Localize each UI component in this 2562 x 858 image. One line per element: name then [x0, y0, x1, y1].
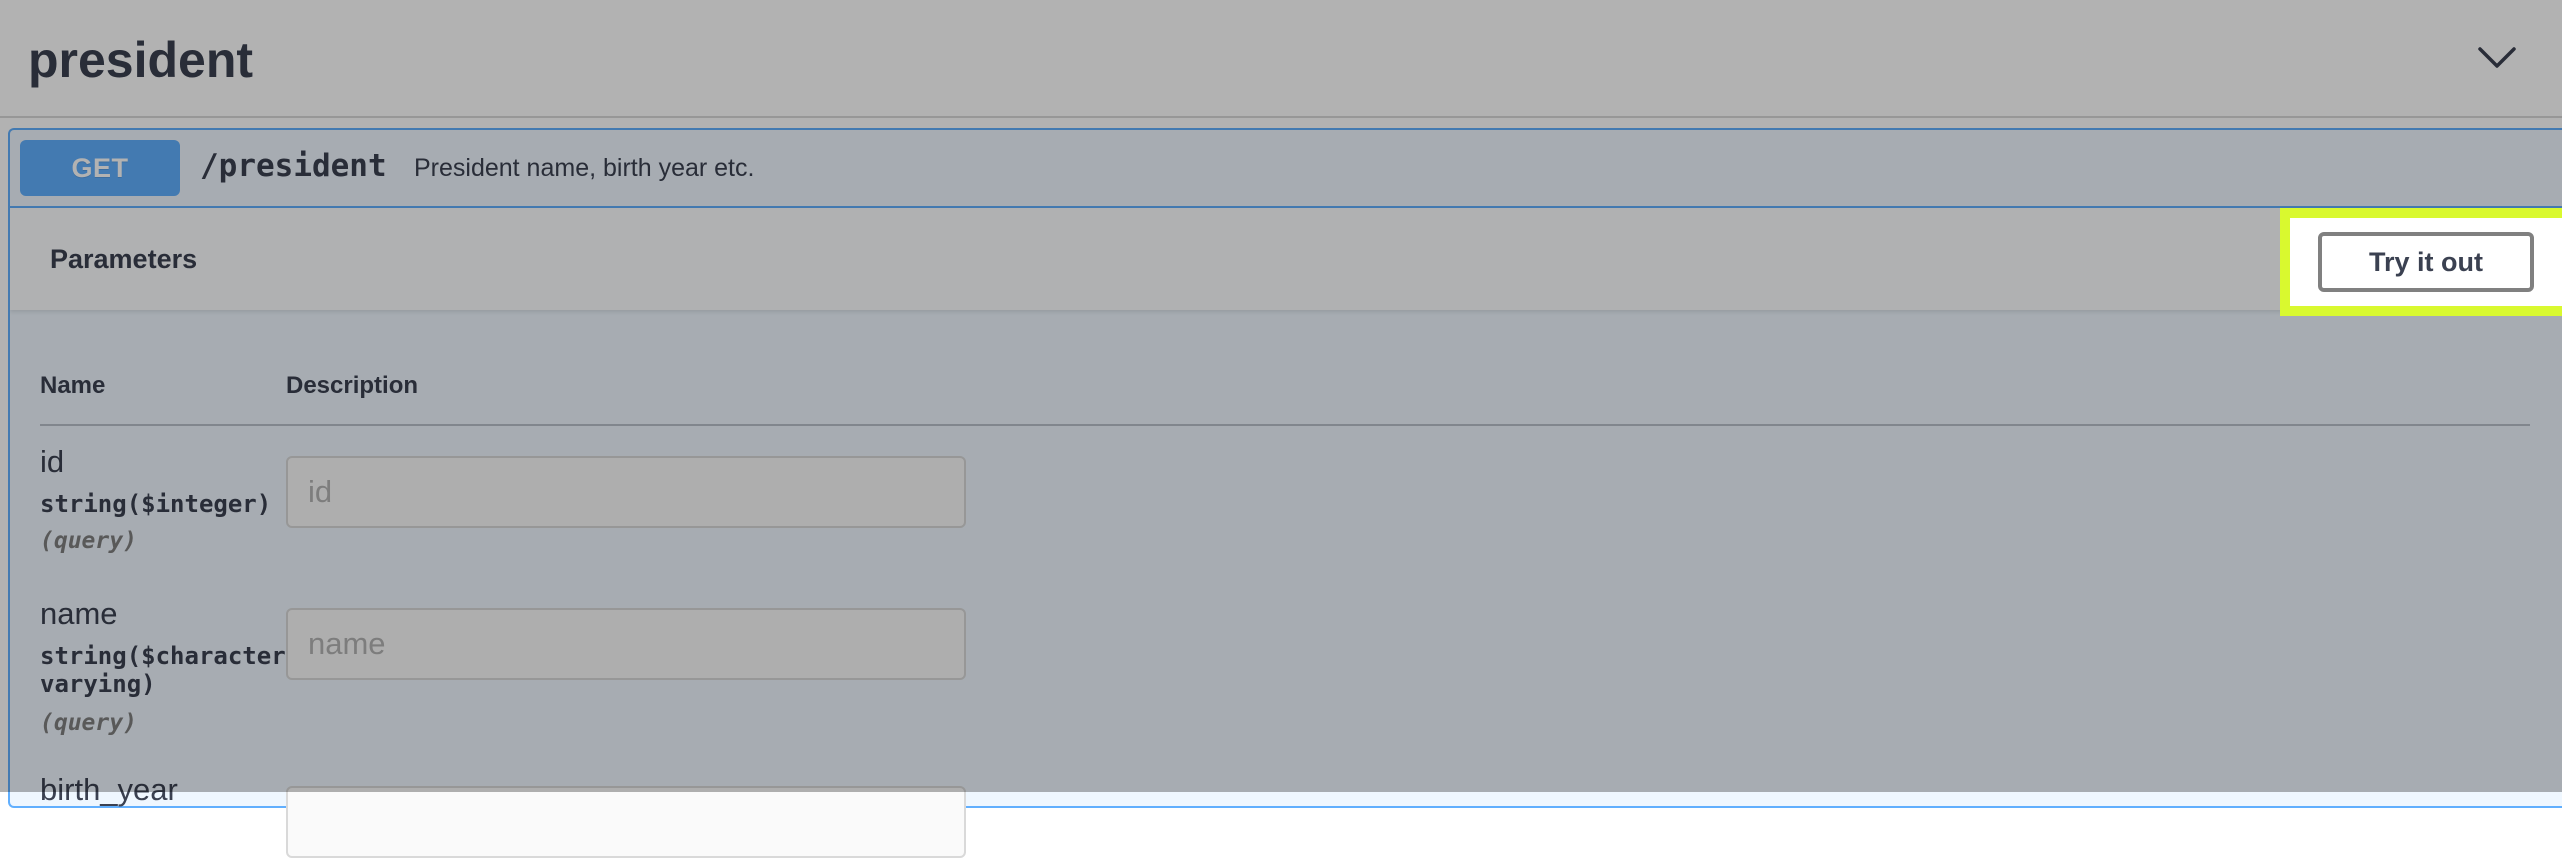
- chevron-down-icon-svg: [2478, 47, 2516, 68]
- parameters-title: Parameters: [50, 244, 198, 274]
- try-it-out-button[interactable]: Try it out: [2318, 232, 2534, 292]
- operation-summary[interactable]: GET /president President name, birth yea…: [10, 130, 2562, 208]
- parameter-name: birth_year: [40, 772, 178, 807]
- method-badge[interactable]: GET: [20, 140, 180, 196]
- parameter-location: (query): [40, 528, 137, 554]
- column-header-description: Description: [286, 372, 419, 399]
- parameter-type: string($integer): [40, 490, 272, 518]
- birth-year-input[interactable]: [286, 786, 966, 858]
- table-header-divider: [40, 424, 2530, 426]
- tag-title[interactable]: president: [28, 30, 253, 90]
- chevron-down-icon[interactable]: [2474, 38, 2520, 78]
- tag-header[interactable]: president: [0, 0, 2562, 118]
- parameter-name: name: [40, 596, 118, 631]
- column-header-name: Name: [40, 372, 106, 399]
- try-it-out-highlight: Try it out: [2280, 208, 2562, 316]
- parameter-location: (query): [40, 710, 137, 736]
- parameter-type: string($character varying): [40, 642, 286, 698]
- parameters-section-header: Parameters: [10, 208, 2562, 310]
- parameter-name: id: [40, 444, 65, 479]
- operation-description: President name, birth year etc.: [414, 154, 755, 182]
- operation-path[interactable]: /president: [200, 148, 387, 184]
- name-input[interactable]: [286, 608, 966, 680]
- id-input[interactable]: [286, 456, 966, 528]
